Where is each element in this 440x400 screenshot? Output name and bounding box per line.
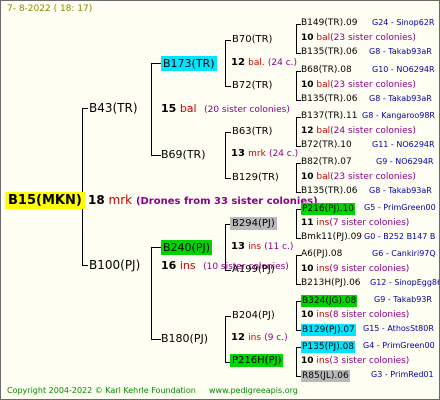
gen4-queen-6[interactable]: B72(TR).10 [301,141,352,150]
gen4-queen-4[interactable]: B135(TR).06 [301,95,357,104]
gen3-queen-7[interactable]: B204(PJ) [232,311,275,321]
gen3-drones-2: 10 bal(23 sister colonies) [301,80,416,90]
gen4-queen-11[interactable]: A6(PJ).08 [301,250,342,259]
gen4-info-5: G8 - Kangaroo98R [362,111,435,120]
gen3-queen-5[interactable]: B294(PJ) [230,217,277,230]
pedigree-page: { "header": { "date": "7- 8-2022 ( 18: 1… [0,0,440,400]
gen4-info-3: G10 - NO6294R [372,65,435,74]
gen3-drones-6: 10 ins(9 sister colonies) [301,264,410,274]
footer-copyright: Copyright 2004-2022 © Karl Kehrle Founda… [7,386,196,395]
gen2-queen-4[interactable]: B180(PJ) [161,333,208,344]
gen4-info-7: G9 - NO6294R [376,157,434,166]
gen4-queen-1[interactable]: B149(TR).09 [301,19,357,28]
gen2-drones-2: 13 mrk (24 c.) [231,148,299,159]
gen4-info-6: G11 - NO6294R [372,140,435,149]
gen1-queen-2[interactable]: B100(PJ) [89,259,140,271]
gen4-info-15: G4 - PrimGreen00 [363,341,435,350]
gen4-queen-9[interactable]: P216(PJ).10 [301,203,356,215]
gen2-drones-4: 12 ins (9 c.) [231,332,288,343]
gen3-drones-8: 10 ins(3 sister colonies) [301,356,410,366]
gen3-queen-1[interactable]: B70(TR) [232,35,272,45]
gen3-drones-4: 10 bal(23 sister colonies) [301,172,416,182]
gen4-info-4: G8 - Takab93aR [369,94,432,103]
root-drones: 18 mrk (Drones from 33 sister colonies) [88,194,318,207]
gen3-drones-5: 11 ins(7 sister colonies) [301,218,410,228]
gen4-queen-13[interactable]: B324(JG).08 [301,295,358,307]
gen4-info-12: G12 - SinopEgg86R [370,278,440,287]
gen4-info-11: G6 - Cankiri97Q [372,249,436,258]
gen2-drones-1: 12 bal. (24 c.) [231,57,298,68]
gen2-drones-3: 13 ins (11 c.) [231,241,294,252]
gen4-info-2: G8 - Takab93aR [369,47,432,56]
root-queen[interactable]: B15(MKN) [5,192,85,209]
gen4-queen-8[interactable]: B135(TR).06 [301,187,357,196]
root-drones-num: 18 [88,193,105,207]
gen3-drones-3: 12 bal(24 sister colonies) [301,126,416,136]
gen4-info-9: G5 - PrimGreen00 [364,203,436,212]
root-drones-note: (Drones from 33 sister colonies) [135,196,318,207]
gen2-queen-3[interactable]: B240(PJ) [161,240,213,255]
header-date: 7- 8-2022 ( 18: 17) [7,4,93,14]
gen4-info-8: G8 - Takab93aR [369,186,432,195]
gen1-queen-1[interactable]: B43(TR) [89,102,138,114]
footer-site-link[interactable]: www.pedigreeapis.org [209,387,298,395]
gen2-queen-2[interactable]: B69(TR) [161,149,206,160]
gen4-queen-7[interactable]: B82(TR).07 [301,158,352,167]
gen3-queen-6[interactable]: A199(PJ) [232,265,275,275]
gen3-queen-4[interactable]: B129(TR) [232,173,279,183]
gen1-drones-1: 15 bal (20 sister colonies) [161,102,290,115]
gen4-info-16: G3 - PrimRed01 [371,370,434,379]
gen4-queen-14[interactable]: B129(PJ).07 [301,324,356,336]
gen4-queen-15[interactable]: P135(PJ).08 [301,341,356,353]
gen3-drones-7: 10 ins(8 sister colonies) [301,310,410,320]
gen4-queen-3[interactable]: B68(TR).08 [301,66,352,75]
gen3-queen-2[interactable]: B72(TR) [232,81,272,91]
gen3-queen-3[interactable]: B63(TR) [232,127,272,137]
gen4-info-14: G15 - AthosSt80R [363,324,434,333]
root-drones-code: mrk [108,193,133,207]
gen3-queen-8[interactable]: P216H(PJ) [230,354,284,367]
gen4-queen-5[interactable]: B137(TR).11 [301,112,357,121]
gen3-drones-1: 10 bal(23 sister colonies) [301,33,416,43]
gen4-info-10: G0 - B252 B147 B [364,232,436,241]
gen4-queen-2[interactable]: B135(TR).06 [301,48,357,57]
gen4-info-1: G24 - Sinop62R [372,18,435,27]
gen4-queen-16[interactable]: R85(JL).06 [301,370,350,382]
gen4-info-13: G9 - Takab93R [374,295,432,304]
gen4-queen-12[interactable]: B213H(PJ).06 [301,279,361,288]
gen4-queen-10[interactable]: Bmk11(PJ).09 [301,233,362,242]
gen2-queen-1[interactable]: B173(TR) [161,56,217,71]
